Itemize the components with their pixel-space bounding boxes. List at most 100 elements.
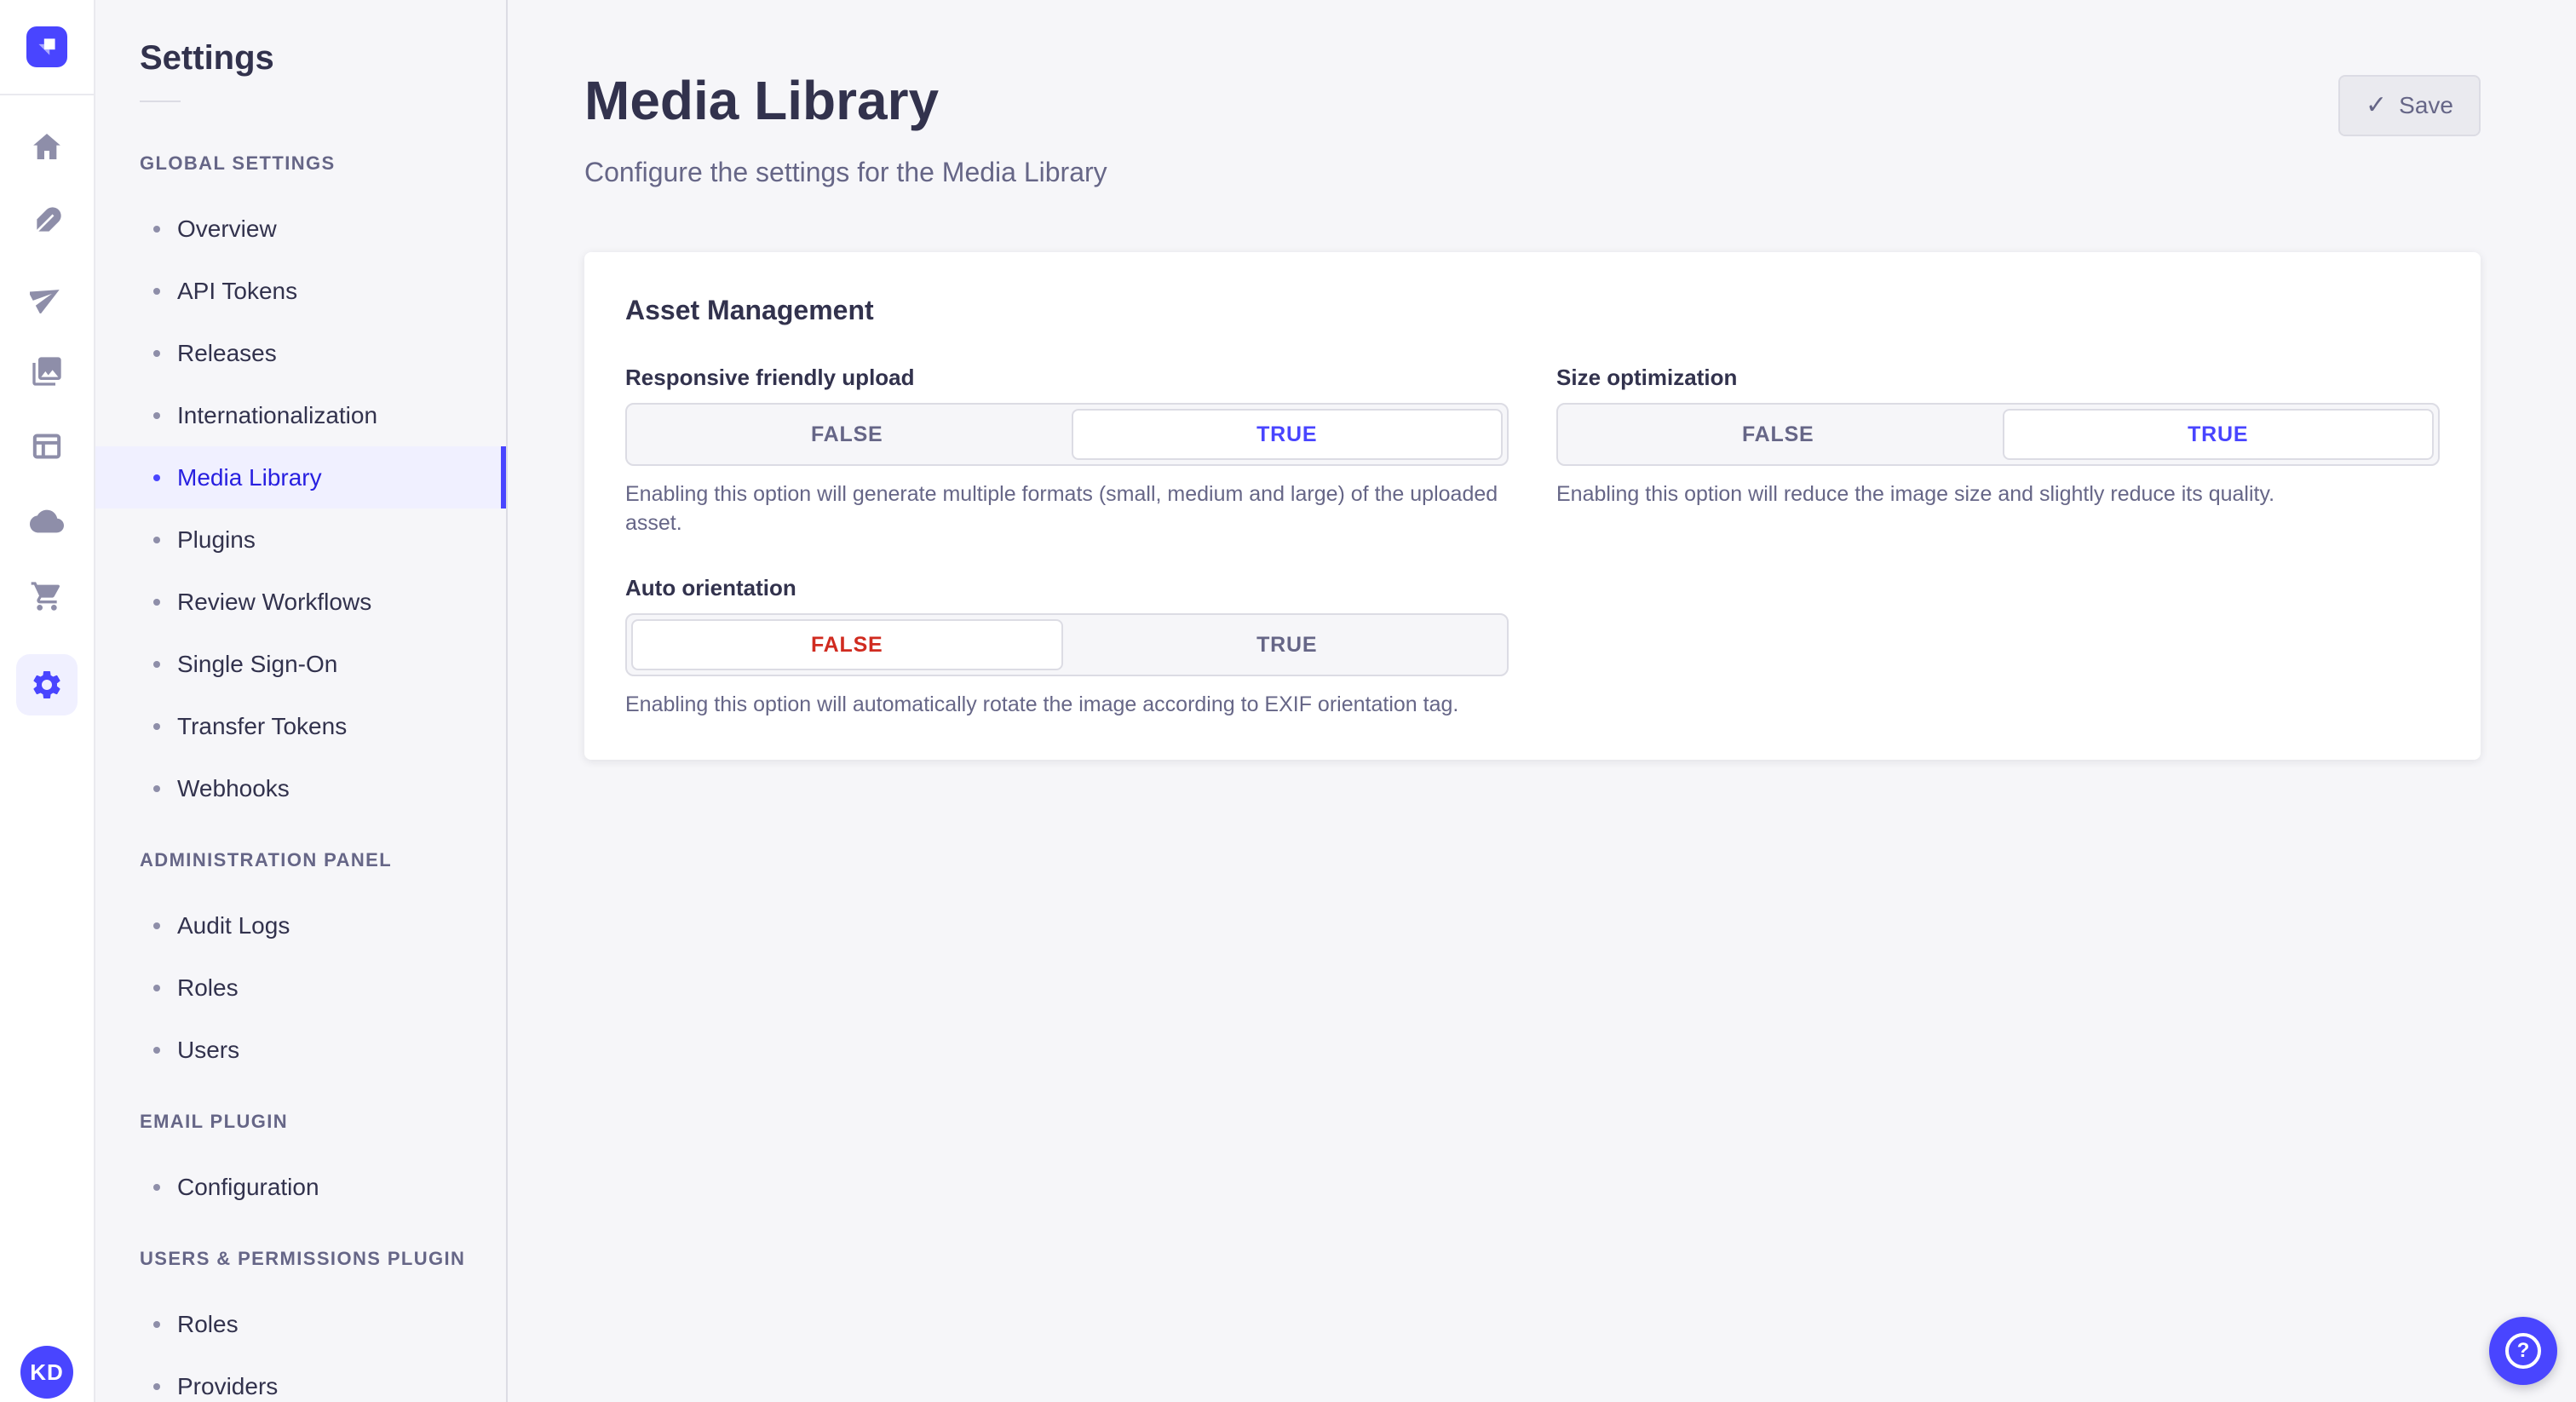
sidebar-item-api-tokens[interactable]: API Tokens bbox=[95, 260, 506, 322]
nav-section: EMAIL PLUGIN Configuration bbox=[95, 1105, 506, 1218]
sidebar-item-review-workflows[interactable]: Review Workflows bbox=[95, 571, 506, 633]
field-hint: Enabling this option will generate multi… bbox=[625, 482, 1498, 535]
boolean-toggle: FALSE TRUE bbox=[625, 613, 1509, 676]
sidebar-item-single-sign-on[interactable]: Single Sign-On bbox=[95, 633, 506, 695]
home-icon bbox=[33, 134, 60, 159]
save-button-label: Save bbox=[2399, 92, 2453, 118]
sidebar-item-releases[interactable]: Releases bbox=[95, 322, 506, 384]
main-navigation: KD bbox=[0, 0, 95, 1402]
nav-layout-icon[interactable] bbox=[30, 429, 64, 463]
sidebar-item-audit-logs[interactable]: Audit Logs bbox=[95, 894, 506, 957]
sidebar-item-label: Roles bbox=[177, 974, 239, 1001]
avatar[interactable]: KD bbox=[20, 1346, 73, 1399]
bullet-icon bbox=[153, 349, 160, 357]
sidebar-item-label: Configuration bbox=[177, 1173, 319, 1200]
sidebar-item-providers[interactable]: Providers bbox=[95, 1355, 506, 1402]
help-button[interactable]: ? bbox=[2489, 1317, 2557, 1385]
sidebar-item-label: Review Workflows bbox=[177, 588, 372, 615]
sidebar-item-label: Transfer Tokens bbox=[177, 712, 348, 739]
nav-section: GLOBAL SETTINGS Overview API Tokens Release… bbox=[95, 147, 506, 819]
toggle-option-true[interactable]: TRUE bbox=[1071, 409, 1503, 460]
boolean-toggle: FALSE TRUE bbox=[625, 403, 1509, 466]
nav-feather-icon[interactable] bbox=[30, 204, 64, 238]
nav-icon-list bbox=[16, 95, 78, 715]
sidebar-item-label: Media Library bbox=[177, 463, 322, 491]
sidebar-item-label: Providers bbox=[177, 1372, 279, 1399]
card-title: Asset Management bbox=[625, 295, 874, 325]
feather-icon bbox=[35, 207, 61, 233]
settings-sidebar-title: Settings bbox=[140, 39, 274, 77]
check-icon: ✓ bbox=[2366, 91, 2388, 119]
sidebar-item-media-library[interactable]: Media Library bbox=[95, 446, 506, 509]
sidebar-item-label: Single Sign-On bbox=[177, 650, 338, 677]
bullet-icon bbox=[153, 660, 160, 668]
sidebar-item-label: Audit Logs bbox=[177, 911, 290, 939]
nav-item-list: Roles Providers bbox=[95, 1293, 506, 1402]
sidebar-item-overview[interactable]: Overview bbox=[95, 198, 506, 260]
nav-images-icon[interactable] bbox=[30, 354, 64, 388]
toggle-option-false[interactable]: FALSE bbox=[631, 409, 1063, 460]
field-label: Auto orientation bbox=[625, 575, 796, 600]
sidebar-item-label: Webhooks bbox=[177, 774, 290, 802]
toggle-option-false[interactable]: FALSE bbox=[1562, 409, 1994, 460]
strapi-logo[interactable] bbox=[26, 26, 67, 67]
nav-section-header: ADMINISTRATION PANEL bbox=[140, 849, 393, 871]
nav-section: USERS & PERMISSIONS PLUGIN Roles Providers bbox=[95, 1242, 506, 1402]
bullet-icon bbox=[153, 1046, 160, 1054]
field-auto-orientation: Auto orientation FALSE TRUE Enabling this o… bbox=[625, 575, 1509, 719]
field-hint: Enabling this option will automatically … bbox=[625, 692, 1459, 716]
sidebar-item-users[interactable]: Users bbox=[95, 1019, 506, 1081]
bullet-icon bbox=[153, 1183, 160, 1191]
boolean-toggle: FALSE TRUE bbox=[1556, 403, 2440, 466]
sidebar-item-label: Releases bbox=[177, 339, 277, 366]
nav-cloud-icon[interactable] bbox=[30, 504, 64, 538]
nav-item-list: Configuration bbox=[95, 1156, 506, 1218]
field-responsive-friendly-upload: Responsive friendly upload FALSE TRUE Enabl… bbox=[625, 365, 1509, 537]
nav-section-header: USERS & PERMISSIONS PLUGIN bbox=[140, 1248, 466, 1269]
nav-paper-plane-icon[interactable] bbox=[30, 279, 64, 313]
images-icon bbox=[32, 357, 61, 386]
bullet-icon bbox=[153, 722, 160, 730]
page-title: Media Library bbox=[584, 70, 940, 131]
asset-management-card: Asset Management Responsive friendly upl… bbox=[584, 252, 2481, 760]
nav-section-header: GLOBAL SETTINGS bbox=[140, 152, 336, 174]
bullet-icon bbox=[153, 1382, 160, 1390]
sidebar-item-label: API Tokens bbox=[177, 277, 298, 304]
sidebar-item-configuration[interactable]: Configuration bbox=[95, 1156, 506, 1218]
field-label: Size optimization bbox=[1556, 365, 1738, 390]
bullet-icon bbox=[153, 922, 160, 929]
nav-gear-icon[interactable] bbox=[16, 654, 78, 715]
nav-section: ADMINISTRATION PANEL Audit Logs Roles Users bbox=[95, 843, 506, 1081]
sidebar-item-webhooks[interactable]: Webhooks bbox=[95, 757, 506, 819]
field-hint: Enabling this option will reduce the ima… bbox=[1556, 482, 2275, 506]
bullet-icon bbox=[153, 1320, 160, 1328]
sidebar-item-transfer-tokens[interactable]: Transfer Tokens bbox=[95, 695, 506, 757]
nav-section-header: EMAIL PLUGIN bbox=[140, 1111, 289, 1132]
layout-icon bbox=[32, 434, 61, 459]
bullet-icon bbox=[153, 411, 160, 419]
nav-item-list: Audit Logs Roles Users bbox=[95, 894, 506, 1081]
sidebar-item-internationalization[interactable]: Internationalization bbox=[95, 384, 506, 446]
question-mark-icon: ? bbox=[2505, 1333, 2541, 1369]
sidebar-item-plugins[interactable]: Plugins bbox=[95, 509, 506, 571]
nav-home-icon[interactable] bbox=[30, 129, 64, 164]
settings-nav: GLOBAL SETTINGS Overview API Tokens Release… bbox=[95, 147, 506, 1402]
main-content: Media Library Configure the settings for… bbox=[508, 0, 2576, 1402]
bullet-icon bbox=[153, 474, 160, 481]
sidebar-item-label: Overview bbox=[177, 215, 277, 242]
cloud-icon bbox=[30, 509, 64, 533]
toggle-option-true[interactable]: TRUE bbox=[1072, 619, 1504, 670]
paper-plane-icon bbox=[30, 290, 60, 313]
logo-container bbox=[0, 0, 94, 95]
nav-item-list: Overview API Tokens Releases Internationali… bbox=[95, 198, 506, 819]
sidebar-item-roles[interactable]: Roles bbox=[95, 957, 506, 1019]
nav-cart-icon[interactable] bbox=[30, 579, 64, 613]
gear-icon bbox=[33, 671, 60, 698]
sidebar-item-roles[interactable]: Roles bbox=[95, 1293, 506, 1355]
sidebar-item-label: Internationalization bbox=[177, 401, 378, 428]
toggle-option-true[interactable]: TRUE bbox=[2002, 409, 2434, 460]
sidebar-item-label: Roles bbox=[177, 1310, 239, 1337]
cart-icon bbox=[31, 582, 60, 611]
save-button[interactable]: ✓ Save bbox=[2338, 75, 2481, 136]
toggle-option-false[interactable]: FALSE bbox=[631, 619, 1063, 670]
